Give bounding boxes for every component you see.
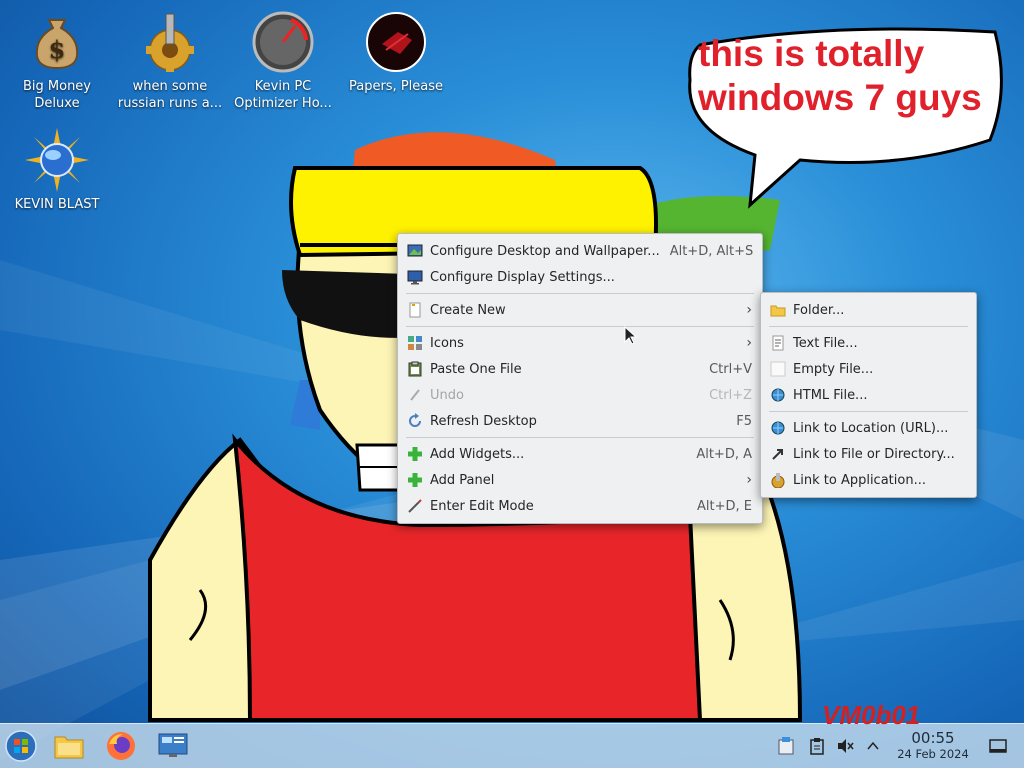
menu-separator	[769, 326, 968, 327]
monitor-settings-icon	[158, 733, 188, 757]
tray-updates[interactable]	[774, 724, 798, 768]
new-document-icon	[407, 302, 423, 318]
submenu-item-text-file[interactable]: Text File...	[761, 330, 976, 356]
digital-clock[interactable]: 00:55 24 Feb 2024	[888, 730, 978, 762]
speech-bubble-line1: this is totally	[698, 33, 925, 74]
papers-please-icon	[366, 12, 426, 72]
submenu-item-link-file[interactable]: Link to File or Directory...	[761, 441, 976, 467]
gauge-icon	[252, 11, 314, 73]
svg-text:$: $	[49, 35, 66, 64]
desktop-icon-label: Kevin PC Optimizer Ho...	[234, 79, 332, 111]
desktop-icon-label: Big Money Deluxe	[22, 79, 91, 111]
refresh-icon	[407, 413, 423, 429]
desktop-context-menu: Configure Desktop and Wallpaper... Alt+D…	[397, 233, 763, 524]
menu-item-undo[interactable]: Undo Ctrl+Z	[398, 382, 762, 408]
clipboard-icon	[810, 738, 824, 755]
undo-icon	[407, 387, 423, 403]
submenu-item-empty-file[interactable]: Empty File...	[761, 356, 976, 382]
sun-globe-icon	[25, 128, 89, 192]
mouse-cursor-icon	[624, 326, 638, 345]
taskbar-file-manager[interactable]	[53, 730, 85, 762]
money-bag-icon: $	[35, 19, 79, 70]
gear-icon	[146, 13, 194, 72]
chevron-right-icon: ›	[746, 302, 752, 318]
create-new-submenu: Folder... Text File... Empty File... HTM…	[760, 292, 977, 498]
desktop-icon-kevin-pc-optimizer[interactable]: Kevin PC Optimizer Ho...	[228, 4, 338, 112]
desktop-icon-russian-runs[interactable]: when some russian runs a...	[115, 4, 225, 112]
chevron-right-icon: ›	[746, 472, 752, 488]
taskbar-firefox[interactable]	[105, 730, 137, 762]
submenu-item-link-app[interactable]: Link to Application...	[761, 467, 976, 493]
chevron-right-icon: ›	[746, 335, 752, 351]
wallpaper-settings-icon	[407, 243, 423, 259]
volume-muted-icon	[838, 739, 854, 753]
chevron-up-icon	[867, 741, 879, 750]
paste-icon	[407, 361, 423, 377]
menu-item-add-panel[interactable]: Add Panel ›	[398, 467, 762, 493]
menu-item-create-new[interactable]: Create New ›	[398, 297, 762, 323]
link-url-icon	[770, 420, 786, 436]
desktop-icon-big-money-deluxe[interactable]: $ Big Money Deluxe	[2, 4, 112, 112]
clock-date: 24 Feb 2024	[897, 747, 969, 761]
clock-time: 00:55	[911, 729, 955, 747]
submenu-item-folder[interactable]: Folder...	[761, 297, 976, 323]
taskbar-system-settings[interactable]	[157, 730, 189, 762]
speech-bubble: this is totally windows 7 guys	[680, 20, 1010, 209]
desktop-icon-label: Papers, Please	[348, 79, 444, 94]
windows-orb-icon	[5, 730, 37, 762]
menu-separator	[406, 326, 754, 327]
plus-icon	[407, 446, 423, 462]
menu-separator	[769, 411, 968, 412]
menu-item-icons[interactable]: Icons ›	[398, 330, 762, 356]
submenu-item-html-file[interactable]: HTML File...	[761, 382, 976, 408]
menu-item-paste[interactable]: Paste One File Ctrl+V	[398, 356, 762, 382]
desktop-icon-papers-please[interactable]: Papers, Please	[341, 4, 451, 95]
html-file-icon	[770, 387, 786, 403]
show-desktop-icon	[989, 739, 1007, 753]
text-file-icon	[770, 335, 786, 351]
application-icon	[770, 472, 786, 488]
menu-item-refresh[interactable]: Refresh Desktop F5	[398, 408, 762, 434]
update-icon	[778, 737, 794, 755]
start-menu-button[interactable]	[5, 730, 37, 762]
empty-file-icon	[770, 361, 786, 377]
menu-item-add-widgets[interactable]: Add Widgets... Alt+D, A	[398, 441, 762, 467]
icons-grid-icon	[407, 335, 423, 351]
speech-bubble-line2: windows 7 guys	[698, 77, 982, 118]
pencil-icon	[407, 498, 423, 514]
link-arrow-icon	[770, 446, 786, 462]
folder-icon	[770, 302, 786, 318]
menu-item-configure-display[interactable]: Configure Display Settings...	[398, 264, 762, 290]
menu-item-configure-desktop[interactable]: Configure Desktop and Wallpaper... Alt+D…	[398, 238, 762, 264]
menu-separator	[406, 293, 754, 294]
desktop-icon-kevin-blast[interactable]: KEVIN BLAST	[2, 122, 112, 213]
plus-icon	[407, 472, 423, 488]
show-desktop-button[interactable]	[986, 724, 1010, 768]
folder-icon	[54, 736, 84, 759]
desktop-icon-label: KEVIN BLAST	[14, 197, 100, 212]
desktop-icon-label: when some russian runs a...	[117, 79, 223, 111]
watermark-text: VM0b01	[822, 700, 921, 730]
menu-item-enter-edit-mode[interactable]: Enter Edit Mode Alt+D, E	[398, 493, 762, 519]
submenu-item-link-url[interactable]: Link to Location (URL)...	[761, 415, 976, 441]
menu-separator	[406, 437, 754, 438]
firefox-icon	[107, 732, 135, 760]
display-icon	[407, 269, 423, 285]
